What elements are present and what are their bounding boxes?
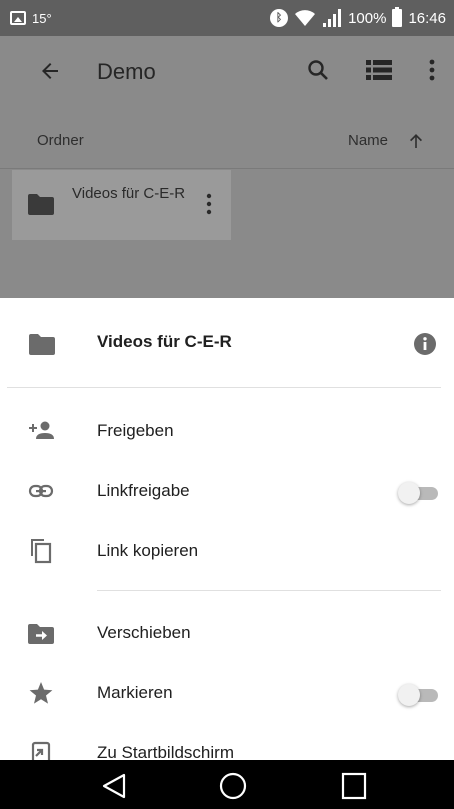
nav-recents-icon[interactable] xyxy=(341,772,367,800)
more-vert-icon[interactable] xyxy=(205,192,213,216)
status-bar: 15° ᛒ 100% 16:46 xyxy=(0,0,454,36)
menu-item-link-sharing[interactable]: Linkfreigabe xyxy=(0,462,454,520)
more-vert-icon[interactable] xyxy=(426,58,438,82)
list-view-icon[interactable] xyxy=(366,60,392,80)
nav-back-icon[interactable] xyxy=(101,772,127,800)
menu-item-share[interactable]: Freigeben xyxy=(0,402,454,460)
link-icon xyxy=(28,484,54,498)
status-left: 15° xyxy=(10,11,52,26)
arrow-up-icon[interactable] xyxy=(407,132,425,150)
sort-button[interactable]: Name xyxy=(348,132,388,149)
folder-name: Videos für C-E-R xyxy=(72,185,186,202)
menu-item-star[interactable]: Markieren xyxy=(0,664,454,722)
menu-item-label: Freigeben xyxy=(97,421,174,440)
person-add-icon xyxy=(29,421,54,439)
folder-icon xyxy=(29,334,55,355)
star-icon xyxy=(29,682,53,704)
bluetooth-icon: ᛒ xyxy=(270,9,289,27)
link-sharing-toggle[interactable] xyxy=(398,482,440,504)
temperature: 15° xyxy=(32,10,52,26)
scrim[interactable]: Demo Ordner Name Videos für C-E-R xyxy=(0,36,454,298)
back-arrow-icon[interactable] xyxy=(38,59,62,83)
divider xyxy=(0,168,454,169)
battery-percent: 100% xyxy=(348,9,387,27)
menu-item-label: Linkfreigabe xyxy=(97,481,190,500)
screen: 15° ᛒ 100% 16:46 Demo Ordner Name Videos… xyxy=(0,0,454,809)
signal-icon xyxy=(323,9,342,27)
battery-icon xyxy=(392,7,403,27)
folder-tile[interactable]: Videos für C-E-R xyxy=(12,170,231,240)
divider xyxy=(97,590,441,591)
sheet-title: Videos für C-E-R xyxy=(97,332,232,351)
divider xyxy=(7,387,441,388)
add-to-home-icon xyxy=(31,741,51,760)
sort-bar: Ordner Name xyxy=(0,122,454,162)
section-label: Ordner xyxy=(37,132,84,149)
page-title: Demo xyxy=(97,59,156,84)
gallery-icon xyxy=(10,11,26,25)
folder-icon xyxy=(28,194,54,215)
menu-item-add-to-home[interactable]: Zu Startbildschirm xyxy=(0,724,454,760)
menu-item-label: Verschieben xyxy=(97,623,191,642)
menu-item-move[interactable]: Verschieben xyxy=(0,604,454,662)
toggle-knob xyxy=(398,684,420,706)
menu-item-label: Zu Startbildschirm xyxy=(97,743,234,760)
copy-icon xyxy=(31,539,52,564)
bottom-sheet: Videos für C-E-R Freigeben Linkfreigabe … xyxy=(0,298,454,760)
nav-home-icon[interactable] xyxy=(219,772,247,800)
sheet-header: Videos für C-E-R xyxy=(0,298,454,388)
menu-item-copy-link[interactable]: Link kopieren xyxy=(0,522,454,580)
clock: 16:46 xyxy=(408,9,446,27)
folder-move-icon xyxy=(28,624,54,644)
wifi-icon xyxy=(295,10,316,26)
menu-item-label: Link kopieren xyxy=(97,541,199,560)
info-icon[interactable] xyxy=(413,332,437,356)
star-toggle[interactable] xyxy=(398,684,440,706)
app-toolbar: Demo xyxy=(0,36,454,106)
status-right: ᛒ 100% 16:46 xyxy=(270,7,446,27)
nav-bar xyxy=(0,760,454,809)
toggle-knob xyxy=(398,482,420,504)
search-icon[interactable] xyxy=(306,58,330,82)
menu-item-label: Markieren xyxy=(97,683,173,702)
